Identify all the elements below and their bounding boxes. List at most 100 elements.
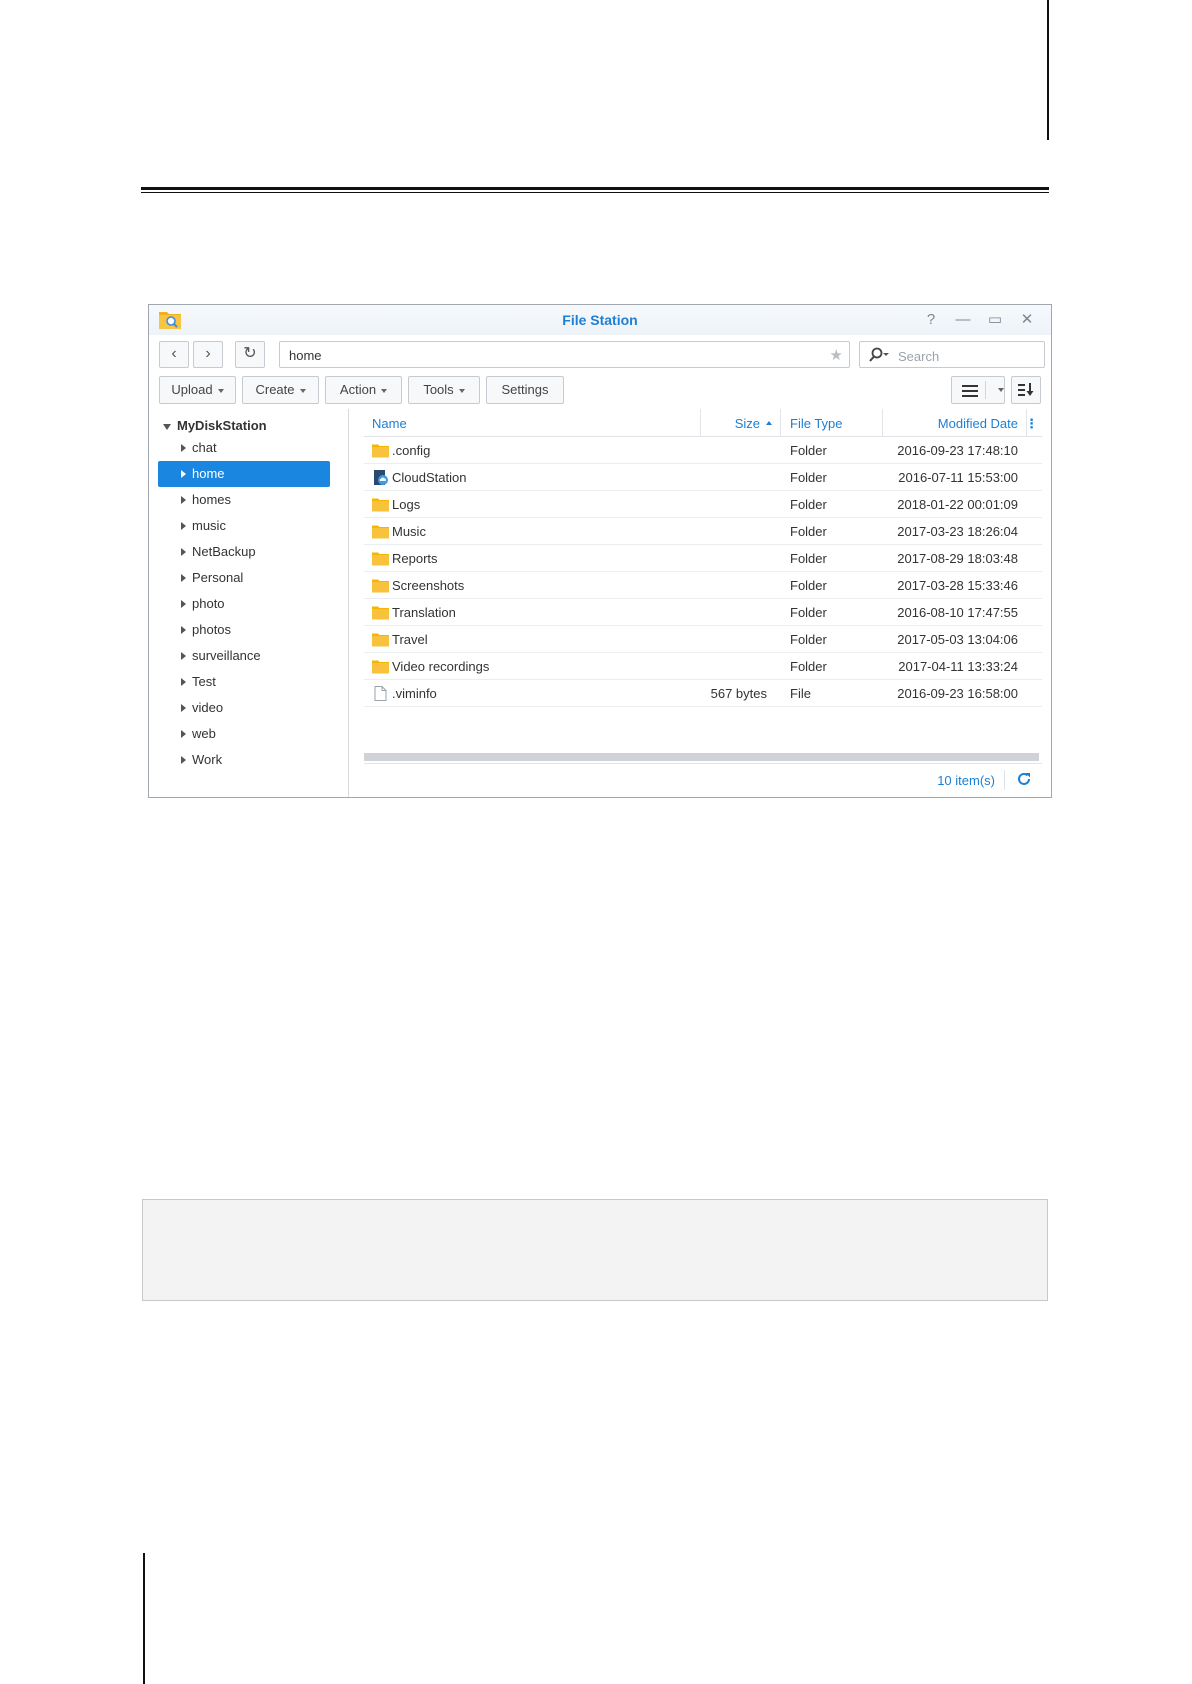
title-bar[interactable]: File Station ? — ▭ ✕ xyxy=(149,305,1051,335)
create-button[interactable]: Create xyxy=(242,376,319,404)
tree-item-surveillance[interactable]: surveillance xyxy=(158,643,330,669)
view-mode-button[interactable] xyxy=(951,376,1005,404)
tree-item-photo[interactable]: photo xyxy=(158,591,330,617)
tree-item-label: Personal xyxy=(192,570,244,585)
file-row[interactable]: .config Folder 2016-09-23 17:48:10 xyxy=(364,437,1042,464)
file-row[interactable]: Translation Folder 2016-08-10 17:47:55 xyxy=(364,599,1042,626)
tree-item-label: video xyxy=(192,700,224,715)
back-button[interactable]: ‹ xyxy=(159,341,189,368)
collapsed-triangle-icon xyxy=(181,522,186,530)
collapsed-triangle-icon xyxy=(181,548,186,556)
tree-root[interactable]: MyDiskStation xyxy=(163,418,267,433)
close-icon[interactable]: ✕ xyxy=(1015,310,1039,330)
file-name: Music xyxy=(392,524,426,539)
settings-button[interactable]: Settings xyxy=(486,376,564,404)
file-type: Folder xyxy=(790,632,827,647)
file-row[interactable]: Logs Folder 2018-01-22 00:01:09 xyxy=(364,491,1042,518)
tree-item-photos[interactable]: photos xyxy=(158,617,330,643)
collapsed-triangle-icon xyxy=(181,756,186,764)
file-row[interactable]: CloudStation Folder 2016-07-11 15:53:00 xyxy=(364,464,1042,491)
file-modified-date: 2018-01-22 00:01:09 xyxy=(897,497,1018,512)
file-type: Folder xyxy=(790,605,827,620)
toolbar: Upload Create Action Tools Settings xyxy=(149,373,1051,411)
item-count: 10 item(s) xyxy=(937,773,995,788)
file-row[interactable]: Screenshots Folder 2017-03-28 15:33:46 xyxy=(364,572,1042,599)
upload-button[interactable]: Upload xyxy=(159,376,236,404)
file-type: Folder xyxy=(790,578,827,593)
tree-item-personal[interactable]: Personal xyxy=(158,565,330,591)
tree-item-netbackup[interactable]: NetBackup xyxy=(158,539,330,565)
file-row[interactable]: Music Folder 2017-03-23 18:26:04 xyxy=(364,518,1042,545)
list-view-icon xyxy=(962,385,978,397)
tree-item-label: Test xyxy=(192,674,216,689)
tree-item-homes[interactable]: homes xyxy=(158,487,330,513)
folder-icon xyxy=(372,579,389,593)
folder-icon xyxy=(372,606,389,620)
file-row[interactable]: .viminfo 567 bytes File 2016-09-23 16:58:00 xyxy=(364,680,1042,707)
refresh-icon: ↻ xyxy=(243,345,257,362)
status-divider xyxy=(1004,770,1005,790)
tree-item-label: home xyxy=(192,466,225,481)
column-header-type[interactable]: File Type xyxy=(790,416,843,431)
page-rule xyxy=(141,187,1049,190)
cloud-station-folder-icon xyxy=(374,470,388,485)
minimize-icon[interactable]: — xyxy=(951,310,975,330)
dropdown-caret-icon xyxy=(217,388,224,393)
tree-item-web[interactable]: web xyxy=(158,721,330,747)
column-header-name[interactable]: Name xyxy=(372,416,407,431)
search-icon[interactable] xyxy=(868,347,890,363)
dropdown-caret-icon xyxy=(458,388,465,393)
file-row[interactable]: Video recordings Folder 2017-04-11 13:33:2… xyxy=(364,653,1042,680)
file-row[interactable]: Reports Folder 2017-08-29 18:03:48 xyxy=(364,545,1042,572)
sort-button[interactable] xyxy=(1011,376,1041,404)
collapsed-triangle-icon xyxy=(181,626,186,634)
file-name: Travel xyxy=(392,632,428,647)
view-mode-divider xyxy=(985,381,986,399)
column-divider[interactable] xyxy=(882,409,883,437)
tree-item-label: chat xyxy=(192,440,217,455)
collapsed-triangle-icon xyxy=(181,496,186,504)
refresh-icon[interactable] xyxy=(1016,771,1032,787)
maximize-icon[interactable]: ▭ xyxy=(983,310,1007,330)
file-name: Screenshots xyxy=(392,578,465,593)
dropdown-caret-icon xyxy=(381,388,388,393)
tree-item-home[interactable]: home xyxy=(158,461,330,487)
tools-button[interactable]: Tools xyxy=(408,376,480,404)
folder-icon xyxy=(372,552,389,566)
tree-item-test[interactable]: Test xyxy=(158,669,330,695)
refresh-button[interactable]: ↻ xyxy=(235,341,265,368)
search-input[interactable]: Search xyxy=(859,341,1045,368)
file-type: Folder xyxy=(790,470,827,485)
tree-item-label: Work xyxy=(192,752,223,767)
tree-item-label: surveillance xyxy=(192,648,261,663)
column-header-date[interactable]: Modified Date xyxy=(938,416,1018,431)
file-row[interactable]: Travel Folder 2017-05-03 13:04:06 xyxy=(364,626,1042,653)
tree-item-music[interactable]: music xyxy=(158,513,330,539)
collapsed-triangle-icon xyxy=(181,574,186,582)
tree-item-label: NetBackup xyxy=(192,544,256,559)
help-icon[interactable]: ? xyxy=(919,310,943,330)
column-header-size[interactable]: Size xyxy=(735,416,760,431)
tools-label: Tools xyxy=(423,382,454,397)
upload-label: Upload xyxy=(171,382,213,397)
search-placeholder: Search xyxy=(898,349,940,364)
path-input[interactable]: home ★ xyxy=(279,341,850,368)
file-name: Video recordings xyxy=(392,659,490,674)
collapsed-triangle-icon xyxy=(181,600,186,608)
column-divider[interactable] xyxy=(780,409,781,437)
settings-label: Settings xyxy=(501,382,549,397)
favorite-star-icon[interactable]: ★ xyxy=(830,346,843,364)
horizontal-scrollbar[interactable] xyxy=(364,753,1039,761)
action-button[interactable]: Action xyxy=(325,376,402,404)
column-options-icon[interactable]: ⋮ xyxy=(1025,416,1038,432)
file-type: Folder xyxy=(790,443,827,458)
column-divider[interactable] xyxy=(700,409,701,437)
tree-item-chat[interactable]: chat xyxy=(158,435,330,461)
tree-root-label: MyDiskStation xyxy=(177,418,267,433)
tree-item-video[interactable]: video xyxy=(158,695,330,721)
file-modified-date: 2017-04-11 13:33:24 xyxy=(898,659,1018,674)
forward-button[interactable]: › xyxy=(193,341,223,368)
navigation-bar: ‹ › ↻ home ★ Search xyxy=(149,335,1051,373)
status-bar: 10 item(s) xyxy=(364,763,1042,795)
tree-item-work[interactable]: Work xyxy=(158,747,330,773)
